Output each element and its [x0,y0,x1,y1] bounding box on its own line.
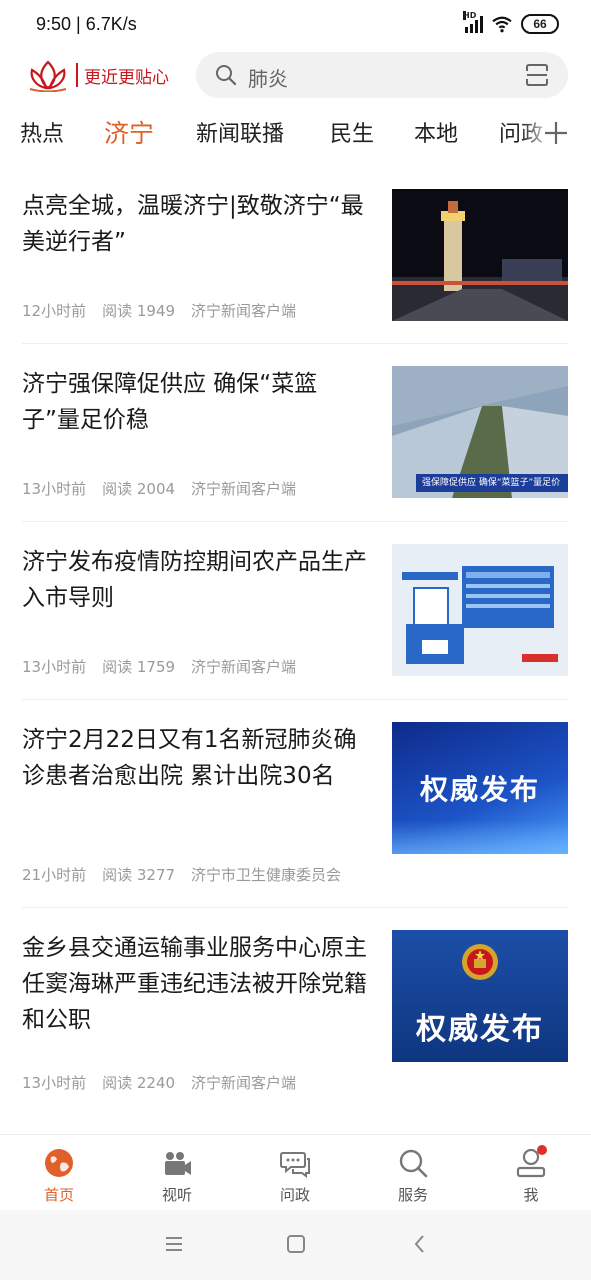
news-time: 13小时前 [22,658,87,676]
chat-bubble-icon [280,1152,310,1178]
news-source: 济宁新闻客户端 [191,1074,297,1092]
news-thumbnail[interactable]: 权威发布 [392,722,568,854]
nav-me[interactable]: 我 [491,1145,571,1205]
notification-dot [537,1145,547,1155]
video-camera-icon [165,1152,191,1175]
scan-icon[interactable] [524,62,550,88]
thumb-glow [392,820,568,854]
system-nav-bar [0,1210,591,1280]
tab-hot[interactable]: 热点 [20,116,64,148]
nav-video[interactable]: 视听 [137,1147,217,1205]
news-thumbnail[interactable]: 强保障促供应 确保“菜篮子”量足价 [392,366,568,498]
news-source: 济宁新闻客户端 [191,302,297,320]
app-logo: 更近更贴心 [26,58,169,92]
news-item[interactable]: 济宁发布疫情防控期间农产品生产入市导则 13小时前 阅读 1759 济宁新闻客户… [22,522,568,700]
add-channel-icon[interactable] [543,120,569,146]
thumb-caption: 强保障促供应 确保“菜篮子”量足价 [416,474,568,492]
hd-label: HD [463,11,477,20]
news-title[interactable]: 济宁2月22日又有1名新冠肺炎确诊患者治愈出院 累计出院30名 [22,722,372,794]
news-source: 济宁新闻客户端 [191,480,297,498]
news-title[interactable]: 点亮全城，温暖济宁|致敬济宁“最美逆行者” [22,188,372,260]
nav-label: 问政 [279,1186,310,1204]
news-reads: 阅读 1759 [102,658,176,676]
news-reads: 阅读 1949 [102,302,176,320]
nav-label: 我 [523,1186,539,1204]
nav-label: 服务 [397,1186,428,1204]
search-input[interactable]: 肺炎 [248,63,288,92]
news-title[interactable]: 济宁发布疫情防控期间农产品生产入市导则 [22,544,372,616]
globe-icon [45,1149,73,1177]
nav-inquiry[interactable]: 问政 [255,1147,335,1205]
news-time: 13小时前 [22,480,87,498]
news-title[interactable]: 济宁强保障促供应 确保“菜篮子”量足价稳 [22,366,372,438]
news-thumbnail[interactable]: 权威发布 [392,930,568,1062]
news-meta: 12小时前 阅读 1949 济宁新闻客户端 [22,300,296,321]
tab-jining[interactable]: 济宁 [104,114,154,150]
bottom-nav: 首页 视听 问政 服务 我 [0,1134,591,1210]
news-meta: 13小时前 阅读 1759 济宁新闻客户端 [22,656,296,677]
logo-divider [76,63,78,87]
nav-label: 首页 [43,1186,74,1204]
channel-tabs: 热点 济宁 新闻联播 民生 本地 问政 [0,104,591,164]
tab-livelihood[interactable]: 民生 [330,116,374,148]
news-reads: 阅读 2240 [102,1074,176,1092]
emblem-icon [462,944,498,980]
search-icon [216,65,237,86]
lotus-logo-icon [29,60,67,92]
signal-icon: HD [463,11,483,33]
status-bar: 9:50 | 6.7K/s HD 66 [0,0,591,50]
status-time-speed: 9:50 | 6.7K/s [36,14,137,34]
search-bar[interactable]: 肺炎 [196,52,568,98]
wifi-icon [492,16,512,33]
news-meta: 21小时前 阅读 3277 济宁市卫生健康委员会 [22,864,341,885]
news-source: 济宁新闻客户端 [191,658,297,676]
back-icon[interactable] [408,1232,432,1256]
news-meta: 13小时前 阅读 2004 济宁新闻客户端 [22,478,296,499]
search-icon [399,1149,428,1178]
nav-home[interactable]: 首页 [19,1147,99,1205]
battery-indicator: 66 [521,14,559,34]
menu-icon[interactable] [162,1232,186,1256]
logo-slogan: 更近更贴心 [84,67,169,88]
thumb-caption: 权威发布 [419,773,540,806]
news-thumbnail[interactable] [392,189,568,321]
news-meta: 13小时前 阅读 2240 济宁新闻客户端 [22,1072,296,1093]
tab-news-broadcast[interactable]: 新闻联播 [196,116,284,148]
app-header: 更近更贴心 肺炎 [0,50,591,100]
news-source: 济宁市卫生健康委员会 [191,866,342,884]
nav-service[interactable]: 服务 [373,1147,453,1205]
news-item[interactable]: 点亮全城，温暖济宁|致敬济宁“最美逆行者” 12小时前 阅读 1949 济宁新闻… [22,166,568,344]
news-item[interactable]: 济宁强保障促供应 确保“菜篮子”量足价稳 13小时前 阅读 2004 济宁新闻客… [22,344,568,522]
news-reads: 阅读 2004 [102,480,176,498]
home-square-icon[interactable] [284,1232,308,1256]
news-title[interactable]: 金乡县交通运输事业服务中心原主任窦海琳严重违纪违法被开除党籍和公职 [22,930,372,1038]
thumb-caption: 权威发布 [416,1012,544,1047]
news-item[interactable]: 金乡县交通运输事业服务中心原主任窦海琳严重违纪违法被开除党籍和公职 13小时前 … [22,908,568,1116]
news-item[interactable]: 济宁2月22日又有1名新冠肺炎确诊患者治愈出院 累计出院30名 21小时前 阅读… [22,700,568,908]
news-time: 13小时前 [22,1074,87,1092]
news-reads: 阅读 3277 [102,866,176,884]
news-thumbnail[interactable] [392,544,568,676]
news-time: 21小时前 [22,866,87,884]
status-icons: HD 66 [463,11,559,34]
news-time: 12小时前 [22,302,87,320]
nav-label: 视听 [161,1186,192,1204]
tab-local[interactable]: 本地 [414,116,458,148]
